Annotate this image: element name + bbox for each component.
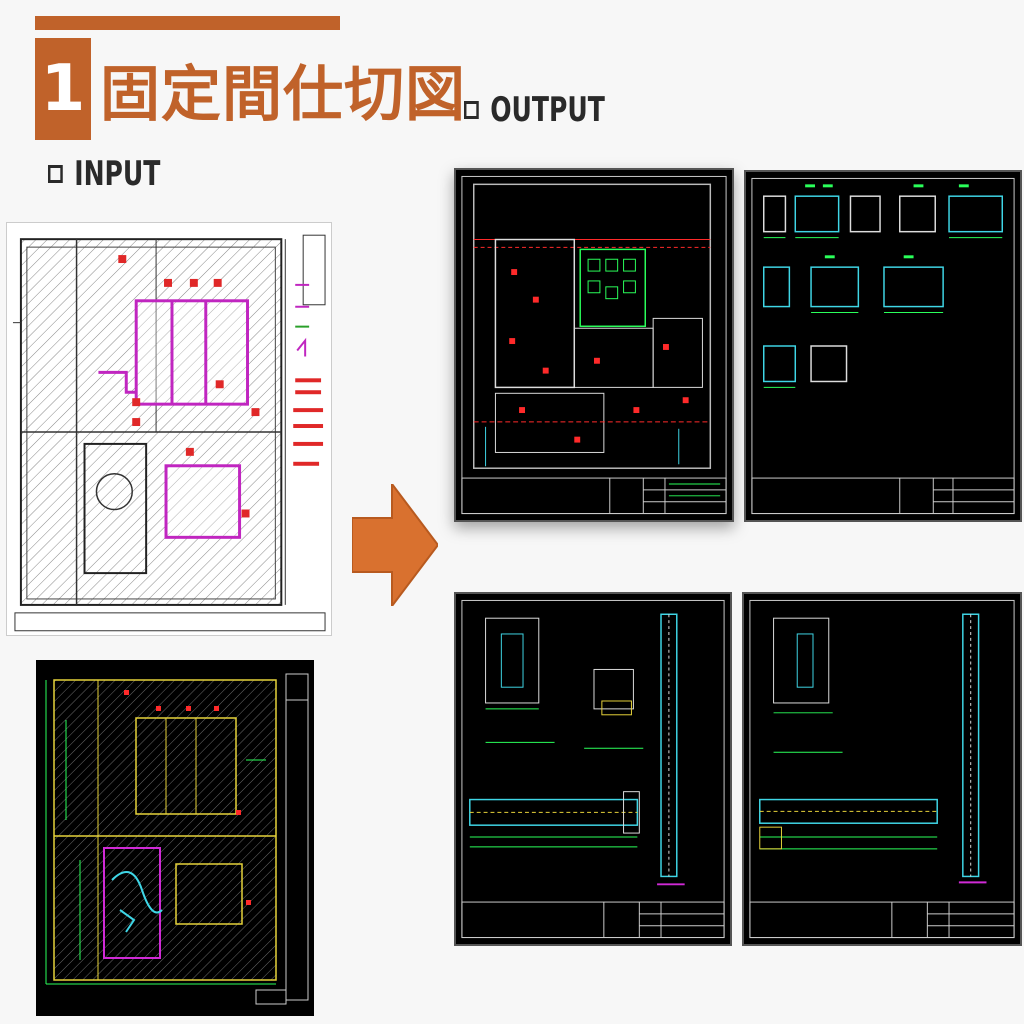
output-label-text: OUTPUT (490, 90, 605, 130)
output-elevations-sheet (744, 170, 1022, 522)
output-detail-drawing-2 (749, 599, 1015, 939)
header-accent-bar (35, 16, 340, 30)
output-detail-sheet-2 (742, 592, 1022, 946)
input-cad-floor-plan-drawing (45, 673, 309, 1005)
input-marked-floor-plan-drawing (12, 234, 326, 632)
output-label: OUTPUT (464, 90, 605, 130)
output-elevations-drawing (751, 177, 1015, 515)
right-arrow-icon (352, 484, 438, 606)
input-label: INPUT (48, 154, 160, 194)
input-cad-floor-plan (36, 660, 314, 1016)
output-floor-plan-drawing (461, 175, 727, 515)
output-floor-plan-sheet (454, 168, 734, 522)
checkbox-icon (464, 101, 479, 119)
output-detail-drawing-1 (461, 599, 725, 939)
input-label-text: INPUT (74, 154, 161, 194)
input-marked-floor-plan (6, 222, 332, 636)
output-detail-sheet-1 (454, 592, 732, 946)
section-number: 1 (35, 38, 91, 140)
checkbox-icon (48, 165, 63, 183)
page-title: 固定間仕切図 (100, 60, 466, 130)
